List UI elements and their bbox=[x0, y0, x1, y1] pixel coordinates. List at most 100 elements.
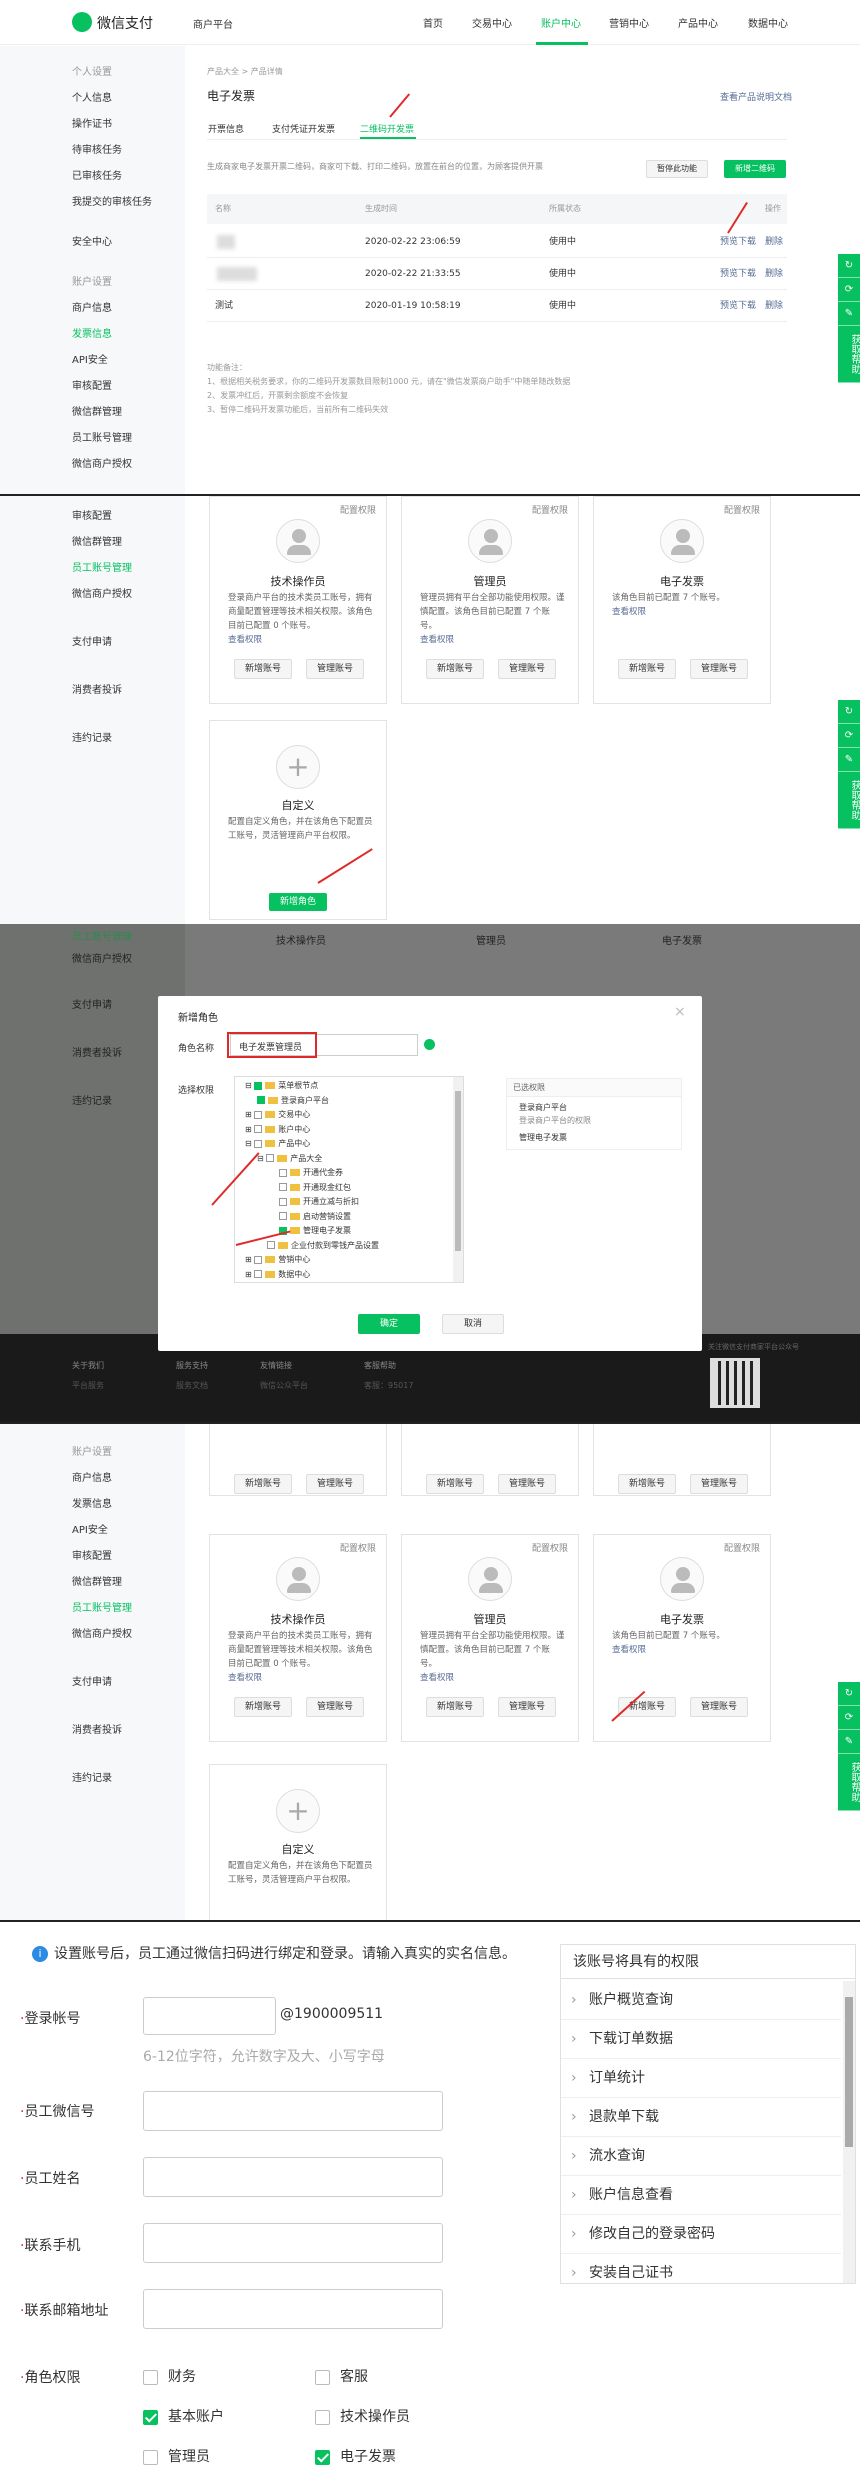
add-account-button[interactable]: 新增账号 bbox=[426, 1474, 484, 1494]
feedback-bar[interactable]: ↻ ⟳ ✎ 获取帮助 bbox=[838, 254, 860, 383]
permission-tree[interactable]: ⊟ 菜单根节点 登录商户平台 ⊞ 交易中心 ⊞ 账户中心 ⊟ 产品中心 ⊟ 产品… bbox=[234, 1076, 464, 1283]
manage-account-button[interactable]: 管理账号 bbox=[306, 659, 364, 679]
add-account-button[interactable]: 新增账号 bbox=[234, 1697, 292, 1717]
manage-account-button[interactable]: 管理账号 bbox=[690, 1697, 748, 1717]
sync-icon[interactable]: ⟳ bbox=[838, 1706, 860, 1730]
nav-data[interactable]: 数据中心 bbox=[748, 15, 788, 30]
sidebar-item[interactable]: 消费者投诉 bbox=[0, 678, 185, 704]
add-account-button[interactable]: 新增账号 bbox=[618, 659, 676, 679]
sidebar-item[interactable]: API安全 bbox=[0, 348, 185, 374]
sidebar-item[interactable]: API安全 bbox=[0, 1518, 185, 1544]
edit-icon[interactable]: ✎ bbox=[838, 1730, 860, 1754]
tree-node[interactable]: ⊞ 交易中心 bbox=[245, 1108, 463, 1123]
delete-link[interactable]: 删除 bbox=[765, 290, 783, 322]
manage-account-button[interactable]: 管理账号 bbox=[690, 659, 748, 679]
checkbox[interactable] bbox=[315, 2369, 330, 2385]
preview-download-link[interactable]: 预览下载 bbox=[720, 258, 756, 290]
get-help-button[interactable]: 获取帮助 bbox=[838, 772, 860, 829]
sync-icon[interactable]: ⟳ bbox=[838, 724, 860, 748]
view-perm-link[interactable]: 查看权限 bbox=[612, 607, 646, 617]
sidebar-item[interactable]: 微信商户授权 bbox=[0, 452, 185, 478]
tree-node[interactable]: ⊞ 数据中心 bbox=[245, 1268, 463, 1283]
email-input[interactable] bbox=[143, 2289, 443, 2329]
sidebar-item[interactable]: 我提交的审核任务 bbox=[0, 190, 185, 216]
sidebar-item[interactable]: 安全中心 bbox=[0, 230, 185, 256]
refresh-icon[interactable]: ↻ bbox=[838, 254, 860, 278]
tree-node[interactable]: ⊟ 菜单根节点 bbox=[245, 1079, 463, 1094]
role-checkbox-einvoice[interactable]: 电子发票 bbox=[315, 2446, 396, 2466]
sidebar-item[interactable]: 违约记录 bbox=[0, 726, 185, 752]
tree-scrollbar[interactable] bbox=[453, 1077, 463, 1282]
role-checkbox-finance[interactable]: 财务 bbox=[143, 2366, 196, 2386]
add-account-button[interactable]: 新增账号 bbox=[426, 1697, 484, 1717]
sync-icon[interactable]: ⟳ bbox=[838, 278, 860, 302]
config-perm-link[interactable]: 配置权限 bbox=[724, 1541, 760, 1554]
sidebar-item[interactable]: 微信群管理 bbox=[0, 400, 185, 426]
add-account-button[interactable]: 新增账号 bbox=[234, 659, 292, 679]
tree-node[interactable]: 启动营销设置 bbox=[245, 1210, 463, 1225]
role-checkbox-tech[interactable]: 技术操作员 bbox=[315, 2406, 410, 2426]
config-perm-link[interactable]: 配置权限 bbox=[532, 1541, 568, 1554]
role-name-input[interactable]: 电子发票管理员 bbox=[227, 1032, 418, 1058]
view-perm-link[interactable]: 查看权限 bbox=[420, 635, 454, 645]
phone-input[interactable] bbox=[143, 2223, 443, 2263]
tab-invoice-info[interactable]: 开票信息 bbox=[208, 122, 244, 135]
perm-scrollbar[interactable] bbox=[843, 1981, 855, 2283]
close-icon[interactable]: × bbox=[674, 1004, 686, 1020]
sidebar-item[interactable]: 待审核任务 bbox=[0, 138, 185, 164]
sidebar-item[interactable]: 商户信息 bbox=[0, 296, 185, 322]
config-perm-link[interactable]: 配置权限 bbox=[724, 503, 760, 516]
tree-node[interactable]: ⊞ 账户中心 bbox=[245, 1123, 463, 1138]
confirm-button[interactable]: 确定 bbox=[358, 1314, 420, 1334]
tree-node[interactable]: 管理电子发票 bbox=[245, 1224, 463, 1239]
tree-node[interactable]: ⊟ 产品中心 bbox=[245, 1137, 463, 1152]
sidebar-item[interactable]: 微信群管理 bbox=[0, 530, 185, 556]
sidebar-item[interactable]: 支付申请 bbox=[0, 1670, 185, 1696]
tree-node[interactable]: 开通代金券 bbox=[245, 1166, 463, 1181]
manage-account-button[interactable]: 管理账号 bbox=[498, 1474, 556, 1494]
tree-node[interactable]: 开通立减与折扣 bbox=[245, 1195, 463, 1210]
add-role-button[interactable]: 新增角色 bbox=[269, 893, 327, 911]
config-perm-link[interactable]: 配置权限 bbox=[340, 503, 376, 516]
add-account-button[interactable]: 新增账号 bbox=[618, 1474, 676, 1494]
add-account-button[interactable]: 新增账号 bbox=[234, 1474, 292, 1494]
tab-qrcode-invoice[interactable]: 二维码开发票 bbox=[360, 122, 414, 135]
checkbox-checked[interactable] bbox=[143, 2409, 158, 2425]
nav-product[interactable]: 产品中心 bbox=[678, 15, 718, 30]
wechat-id-input[interactable] bbox=[143, 2091, 443, 2131]
employee-name-input[interactable] bbox=[143, 2157, 443, 2197]
sidebar-item[interactable]: 操作证书 bbox=[0, 112, 185, 138]
sidebar-item[interactable]: 审核配置 bbox=[0, 504, 185, 530]
view-perm-link[interactable]: 查看权限 bbox=[420, 1673, 454, 1683]
sidebar-item[interactable]: 微信商户授权 bbox=[0, 582, 185, 608]
config-perm-link[interactable]: 配置权限 bbox=[532, 503, 568, 516]
role-checkbox-basic[interactable]: 基本账户 bbox=[143, 2406, 224, 2426]
nav-marketing[interactable]: 营销中心 bbox=[609, 15, 649, 30]
help-link[interactable]: 查看产品说明文档 bbox=[720, 90, 792, 103]
sidebar-item[interactable]: 已审核任务 bbox=[0, 164, 185, 190]
sidebar-item[interactable]: 审核配置 bbox=[0, 1544, 185, 1570]
refresh-icon[interactable]: ↻ bbox=[838, 700, 860, 724]
sidebar-item[interactable]: 发票信息 bbox=[0, 1492, 185, 1518]
pause-button[interactable]: 暂停此功能 bbox=[646, 160, 708, 178]
checkbox-checked[interactable] bbox=[315, 2449, 330, 2465]
role-checkbox-admin[interactable]: 管理员 bbox=[143, 2446, 210, 2466]
edit-icon[interactable]: ✎ bbox=[838, 748, 860, 772]
edit-icon[interactable]: ✎ bbox=[838, 302, 860, 326]
tree-node[interactable]: ⊞ 营销中心 bbox=[245, 1253, 463, 1268]
manage-account-button[interactable]: 管理账号 bbox=[498, 1697, 556, 1717]
add-qrcode-button[interactable]: 新增二维码 bbox=[724, 160, 786, 178]
refresh-icon[interactable]: ↻ bbox=[838, 1682, 860, 1706]
sidebar-item-active[interactable]: 发票信息 bbox=[0, 322, 185, 348]
nav-trade[interactable]: 交易中心 bbox=[472, 15, 512, 30]
get-help-button[interactable]: 获取帮助 bbox=[838, 1754, 860, 1811]
sidebar-item[interactable]: 消费者投诉 bbox=[0, 1718, 185, 1744]
tree-node[interactable]: 企业付款到零钱产品设置 bbox=[245, 1239, 463, 1254]
delete-link[interactable]: 删除 bbox=[765, 258, 783, 290]
footer-link[interactable]: 平台服务 bbox=[72, 1380, 104, 1391]
sidebar-item-active[interactable]: 员工账号管理 bbox=[0, 556, 185, 582]
footer-link[interactable]: 服务文档 bbox=[176, 1380, 208, 1391]
checkbox[interactable] bbox=[143, 2449, 158, 2465]
get-help-button[interactable]: 获取帮助 bbox=[838, 326, 860, 383]
sidebar-item[interactable]: 审核配置 bbox=[0, 374, 185, 400]
